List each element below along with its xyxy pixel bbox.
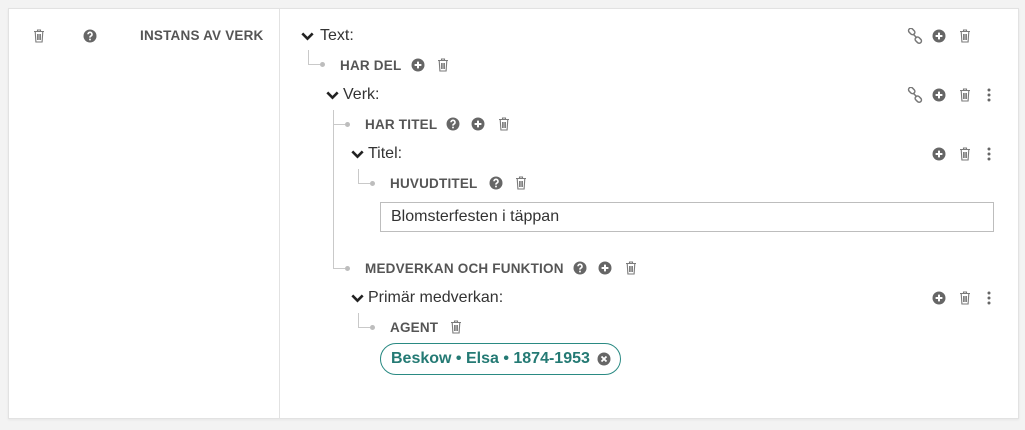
primary-contribution-title: Primär medverkan: [368, 289, 504, 306]
trash-icon[interactable] [959, 291, 971, 305]
tree-dot [345, 266, 350, 271]
trash-icon[interactable] [959, 147, 971, 161]
tree-line [358, 183, 370, 184]
chevron-down-icon[interactable] [301, 32, 314, 41]
tree-line [333, 110, 334, 268]
tree-line [333, 268, 345, 269]
main-title-input[interactable]: Blomsterfesten i täppan [380, 202, 994, 232]
plus-circle-icon[interactable] [411, 58, 425, 72]
help-icon[interactable] [446, 117, 460, 131]
trash-icon[interactable] [625, 261, 637, 275]
tree-dot [320, 62, 325, 67]
trash-icon[interactable] [515, 176, 527, 190]
more-vertical-icon[interactable] [987, 147, 991, 161]
text-entity-title: Text: [320, 27, 354, 44]
help-icon[interactable] [573, 261, 587, 275]
plus-circle-icon[interactable] [932, 29, 946, 43]
tree-line [333, 124, 345, 125]
link-icon[interactable] [907, 87, 923, 103]
tree-line [358, 313, 359, 327]
agent-label: AGENT [390, 320, 439, 335]
more-vertical-icon[interactable] [987, 291, 991, 305]
title-entity-title: Titel: [368, 145, 403, 162]
plus-circle-icon[interactable] [598, 261, 612, 275]
tree-dot [370, 325, 375, 330]
chevron-down-icon[interactable] [351, 294, 364, 303]
chevron-down-icon[interactable] [326, 91, 339, 100]
agent-chip[interactable]: Beskow • Elsa • 1874-1953 [380, 343, 621, 375]
tree-dot [370, 181, 375, 186]
trash-icon[interactable] [959, 29, 971, 43]
help-icon[interactable] [83, 29, 97, 43]
plus-circle-icon[interactable] [471, 117, 485, 131]
help-icon[interactable] [489, 176, 503, 190]
plus-circle-icon[interactable] [932, 88, 946, 102]
remove-chip-icon[interactable] [597, 352, 611, 366]
link-icon[interactable] [907, 28, 923, 44]
trash-icon[interactable] [959, 88, 971, 102]
tree-line [358, 169, 359, 184]
contribution-label: MEDVERKAN OCH FUNKTION [365, 261, 564, 276]
trash-icon[interactable] [450, 320, 462, 334]
trash-icon[interactable] [498, 117, 510, 131]
trash-icon[interactable] [33, 29, 45, 43]
main-title-label: HUVUDTITEL [390, 176, 478, 191]
tree-line [308, 50, 309, 65]
tree-dot [345, 122, 350, 127]
trash-icon[interactable] [437, 58, 449, 72]
plus-circle-icon[interactable] [932, 291, 946, 305]
has-title-label: HAR TITEL [365, 117, 438, 132]
tree-line [358, 327, 370, 328]
plus-circle-icon[interactable] [932, 147, 946, 161]
agent-chip-label[interactable]: Beskow • Elsa • 1874-1953 [391, 350, 590, 368]
work-entity-title: Verk: [343, 86, 380, 103]
has-part-label: HAR DEL [340, 58, 402, 73]
instance-of-work-label: INSTANS AV VERK [140, 28, 264, 43]
more-vertical-icon[interactable] [987, 88, 991, 102]
chevron-down-icon[interactable] [351, 150, 364, 159]
tree-line [308, 64, 320, 65]
property-column [9, 9, 280, 418]
